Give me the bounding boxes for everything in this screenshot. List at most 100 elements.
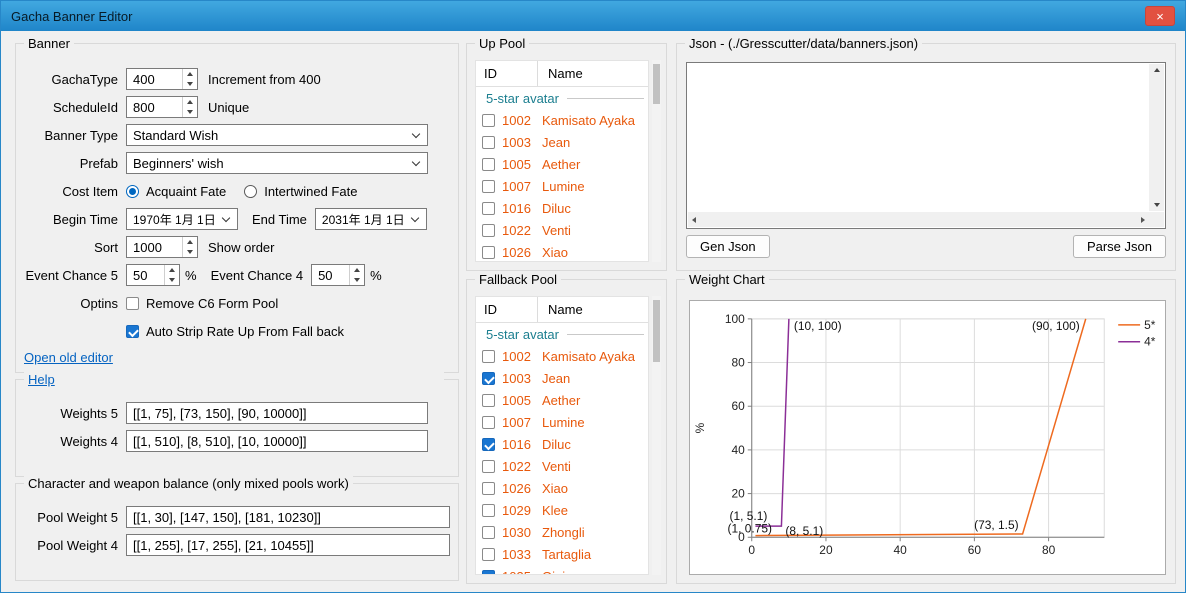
row-checkbox-icon[interactable]	[482, 136, 495, 149]
list-item[interactable]: 1029Klee	[476, 499, 648, 521]
list-item[interactable]: 1026Xiao	[476, 241, 648, 262]
spin-down-icon[interactable]	[350, 275, 364, 285]
row-checkbox-icon[interactable]	[482, 482, 495, 495]
acquaint-fate-radio-option[interactable]: Acquaint Fate	[126, 184, 226, 199]
spin-up-icon[interactable]	[183, 69, 197, 79]
remove-c6-checkbox-option[interactable]: Remove C6 Form Pool	[126, 296, 278, 311]
close-button[interactable]: ×	[1145, 6, 1175, 26]
spin-up-icon[interactable]	[183, 237, 197, 247]
percent-label: %	[185, 268, 197, 283]
list-item[interactable]: 1003Jean	[476, 367, 648, 389]
checkbox-icon[interactable]	[126, 297, 139, 310]
checkbox-icon[interactable]	[126, 325, 139, 338]
chevron-down-icon	[412, 130, 420, 138]
row-checkbox-icon[interactable]	[482, 246, 495, 259]
list-item[interactable]: 1002Kamisato Ayaka	[476, 345, 648, 367]
gacha-type-value: 400	[133, 72, 155, 87]
end-time-picker[interactable]: 2031年 1月 1日	[315, 208, 427, 230]
list-item[interactable]: 1003Jean	[476, 131, 648, 153]
group-row[interactable]: 5-star avatar	[476, 323, 648, 345]
row-checkbox-icon[interactable]	[482, 438, 495, 451]
row-checkbox-icon[interactable]	[482, 224, 495, 237]
sort-spinner[interactable]: 1000	[126, 236, 198, 258]
radio-icon[interactable]	[244, 185, 257, 198]
list-item[interactable]: 1016Diluc	[476, 433, 648, 455]
scroll-down-icon[interactable]	[1154, 203, 1160, 207]
id-column-header[interactable]: ID	[476, 61, 538, 86]
row-checkbox-icon[interactable]	[482, 460, 495, 473]
scrollbar-thumb[interactable]	[653, 300, 660, 362]
row-checkbox-icon[interactable]	[482, 394, 495, 407]
title-bar[interactable]: Gacha Banner Editor ×	[1, 1, 1185, 31]
spin-down-icon[interactable]	[183, 79, 197, 89]
id-column-header[interactable]: ID	[476, 297, 538, 322]
list-item[interactable]: 1022Venti	[476, 219, 648, 241]
fallback-pool-panel: Fallback Pool ID Name 5-star avatar 1002…	[466, 279, 667, 584]
begin-time-picker[interactable]: 1970年 1月 1日	[126, 208, 238, 230]
row-checkbox-icon[interactable]	[482, 158, 495, 171]
fallback-pool-scrollbar[interactable]	[652, 296, 661, 575]
name-column-header[interactable]: Name	[538, 297, 583, 322]
svg-text:(73, 1.5): (73, 1.5)	[974, 518, 1018, 532]
list-item[interactable]: 1026Xiao	[476, 477, 648, 499]
group-row[interactable]: 5-star avatar	[476, 87, 648, 109]
schedule-id-spinner[interactable]: 800	[126, 96, 198, 118]
spin-down-icon[interactable]	[165, 275, 179, 285]
svg-text:80: 80	[731, 356, 745, 370]
list-item[interactable]: 1007Lumine	[476, 175, 648, 197]
row-checkbox-icon[interactable]	[482, 548, 495, 561]
list-item[interactable]: 1007Lumine	[476, 411, 648, 433]
json-horizontal-scrollbar[interactable]	[688, 212, 1149, 227]
row-checkbox-icon[interactable]	[482, 570, 495, 576]
list-item[interactable]: 1016Diluc	[476, 197, 648, 219]
banner-type-select[interactable]: Standard Wish	[126, 124, 428, 146]
scrollbar-thumb[interactable]	[653, 64, 660, 104]
banner-type-label: Banner Type	[24, 128, 118, 143]
list-item[interactable]: 1022Venti	[476, 455, 648, 477]
pool-weight5-input[interactable]: [[1, 30], [147, 150], [181, 10230]]	[126, 506, 450, 528]
help-link[interactable]: Help	[24, 372, 444, 387]
schedule-id-value: 800	[133, 100, 155, 115]
row-checkbox-icon[interactable]	[482, 504, 495, 517]
up-pool-scrollbar[interactable]	[652, 60, 661, 262]
parse-json-button[interactable]: Parse Json	[1073, 235, 1166, 258]
scroll-up-icon[interactable]	[1154, 68, 1160, 72]
weights5-input[interactable]: [[1, 75], [73, 150], [90, 10000]]	[126, 402, 428, 424]
row-checkbox-icon[interactable]	[482, 416, 495, 429]
prefab-select[interactable]: Beginners' wish	[126, 152, 428, 174]
list-item[interactable]: 1005Aether	[476, 389, 648, 411]
gen-json-button[interactable]: Gen Json	[686, 235, 770, 258]
row-checkbox-icon[interactable]	[482, 350, 495, 363]
json-vertical-scrollbar[interactable]	[1149, 64, 1164, 211]
event-chance-4-spinner[interactable]: 50	[311, 264, 365, 286]
scroll-right-icon[interactable]	[1141, 217, 1145, 223]
spin-up-icon[interactable]	[350, 265, 364, 275]
list-item[interactable]: 1005Aether	[476, 153, 648, 175]
auto-strip-checkbox-option[interactable]: Auto Strip Rate Up From Fall back	[126, 324, 344, 339]
list-item[interactable]: 1002Kamisato Ayaka	[476, 109, 648, 131]
weights4-input[interactable]: [[1, 510], [8, 510], [10, 10000]]	[126, 430, 428, 452]
row-checkbox-icon[interactable]	[482, 202, 495, 215]
list-item[interactable]: 1033Tartaglia	[476, 543, 648, 565]
pool-weight4-input[interactable]: [[1, 255], [17, 255], [21, 10455]]	[126, 534, 450, 556]
spin-up-icon[interactable]	[183, 97, 197, 107]
spin-up-icon[interactable]	[165, 265, 179, 275]
open-old-editor-link[interactable]: Open old editor	[24, 350, 113, 365]
row-checkbox-icon[interactable]	[482, 180, 495, 193]
weights4-value: [[1, 510], [8, 510], [10, 10000]]	[133, 434, 306, 449]
list-item[interactable]: 1035Qiqi	[476, 565, 648, 575]
list-item[interactable]: 1030Zhongli	[476, 521, 648, 543]
spin-down-icon[interactable]	[183, 247, 197, 257]
json-textarea[interactable]	[686, 62, 1166, 229]
row-checkbox-icon[interactable]	[482, 526, 495, 539]
row-id: 1003	[502, 371, 542, 386]
intertwined-fate-radio-option[interactable]: Intertwined Fate	[244, 184, 357, 199]
row-checkbox-icon[interactable]	[482, 372, 495, 385]
event-chance-5-spinner[interactable]: 50	[126, 264, 180, 286]
name-column-header[interactable]: Name	[538, 61, 583, 86]
scroll-left-icon[interactable]	[692, 217, 696, 223]
spin-down-icon[interactable]	[183, 107, 197, 117]
gacha-type-spinner[interactable]: 400	[126, 68, 198, 90]
row-checkbox-icon[interactable]	[482, 114, 495, 127]
radio-icon[interactable]	[126, 185, 139, 198]
